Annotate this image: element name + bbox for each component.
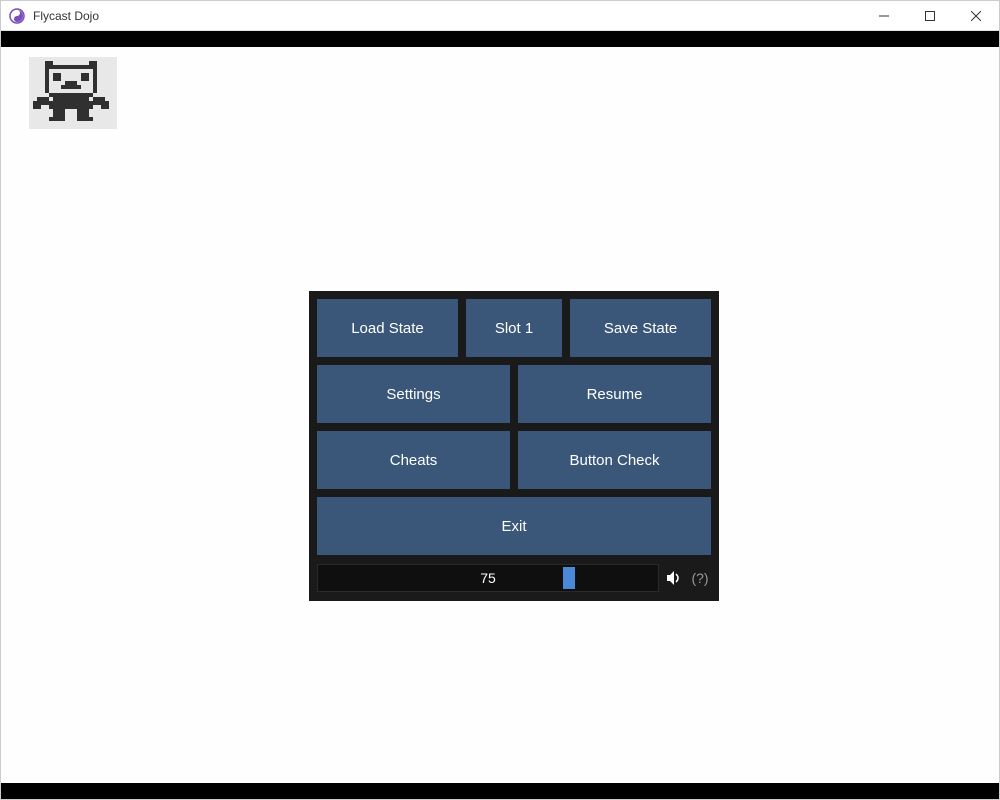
app-window: Flycast Dojo: [0, 0, 1000, 800]
letterbox-bottom: [1, 783, 999, 799]
button-check-button[interactable]: Button Check: [518, 431, 711, 489]
content-area: Load State Slot 1 Save State Settings Re…: [1, 31, 999, 799]
volume-slider-thumb[interactable]: [563, 567, 575, 589]
volume-value: 75: [318, 570, 658, 586]
volume-icon: [665, 570, 683, 586]
character-sprite: [29, 57, 117, 129]
letterbox-top: [1, 31, 999, 47]
menu-row-cheats-buttoncheck: Cheats Button Check: [317, 431, 711, 489]
exit-button[interactable]: Exit: [317, 497, 711, 555]
close-button[interactable]: [953, 1, 999, 30]
game-viewport: Load State Slot 1 Save State Settings Re…: [1, 47, 999, 783]
pause-menu: Load State Slot 1 Save State Settings Re…: [309, 291, 719, 601]
window-controls: [861, 1, 999, 30]
load-state-button[interactable]: Load State: [317, 299, 458, 357]
settings-button[interactable]: Settings: [317, 365, 510, 423]
menu-row-exit: Exit: [317, 497, 711, 555]
app-icon: [9, 8, 25, 24]
volume-slider[interactable]: 75: [317, 564, 659, 592]
slot-button[interactable]: Slot 1: [466, 299, 562, 357]
help-indicator[interactable]: (?): [689, 570, 711, 586]
maximize-button[interactable]: [907, 1, 953, 30]
minimize-button[interactable]: [861, 1, 907, 30]
cheats-button[interactable]: Cheats: [317, 431, 510, 489]
menu-row-state: Load State Slot 1 Save State: [317, 299, 711, 357]
window-title: Flycast Dojo: [33, 9, 99, 23]
titlebar: Flycast Dojo: [1, 1, 999, 31]
save-state-button[interactable]: Save State: [570, 299, 711, 357]
volume-row: 75 (?): [317, 563, 711, 593]
resume-button[interactable]: Resume: [518, 365, 711, 423]
menu-row-settings-resume: Settings Resume: [317, 365, 711, 423]
